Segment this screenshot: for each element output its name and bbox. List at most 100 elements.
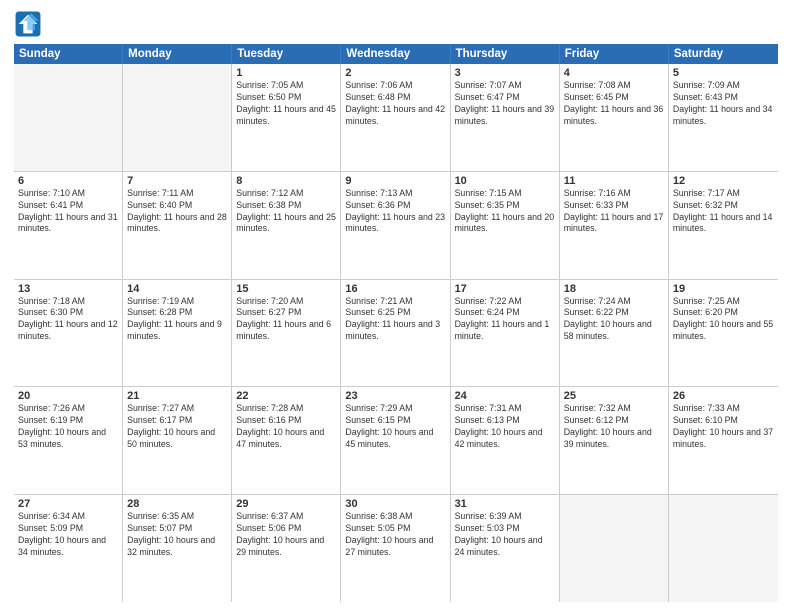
calendar-cell: 31Sunrise: 6:39 AM Sunset: 5:03 PM Dayli… bbox=[451, 495, 560, 602]
day-number: 19 bbox=[673, 283, 774, 295]
calendar-body: 1Sunrise: 7:05 AM Sunset: 6:50 PM Daylig… bbox=[14, 64, 778, 602]
calendar-row: 6Sunrise: 7:10 AM Sunset: 6:41 PM Daylig… bbox=[14, 172, 778, 280]
weekday-header: Wednesday bbox=[341, 44, 450, 64]
calendar-cell: 11Sunrise: 7:16 AM Sunset: 6:33 PM Dayli… bbox=[560, 172, 669, 279]
calendar-cell: 4Sunrise: 7:08 AM Sunset: 6:45 PM Daylig… bbox=[560, 64, 669, 171]
weekday-header: Friday bbox=[560, 44, 669, 64]
calendar-cell: 10Sunrise: 7:15 AM Sunset: 6:35 PM Dayli… bbox=[451, 172, 560, 279]
header bbox=[14, 10, 778, 38]
weekday-header: Sunday bbox=[14, 44, 123, 64]
calendar-cell: 18Sunrise: 7:24 AM Sunset: 6:22 PM Dayli… bbox=[560, 280, 669, 387]
day-number: 26 bbox=[673, 390, 774, 402]
weekday-header: Thursday bbox=[451, 44, 560, 64]
cell-info: Sunrise: 7:05 AM Sunset: 6:50 PM Dayligh… bbox=[236, 80, 336, 128]
cell-info: Sunrise: 7:31 AM Sunset: 6:13 PM Dayligh… bbox=[455, 403, 555, 451]
day-number: 30 bbox=[345, 498, 445, 510]
cell-info: Sunrise: 7:07 AM Sunset: 6:47 PM Dayligh… bbox=[455, 80, 555, 128]
cell-info: Sunrise: 7:29 AM Sunset: 6:15 PM Dayligh… bbox=[345, 403, 445, 451]
calendar-cell bbox=[123, 64, 232, 171]
weekday-header: Saturday bbox=[669, 44, 778, 64]
cell-info: Sunrise: 6:35 AM Sunset: 5:07 PM Dayligh… bbox=[127, 511, 227, 559]
day-number: 1 bbox=[236, 67, 336, 79]
day-number: 14 bbox=[127, 283, 227, 295]
day-number: 28 bbox=[127, 498, 227, 510]
calendar-cell: 25Sunrise: 7:32 AM Sunset: 6:12 PM Dayli… bbox=[560, 387, 669, 494]
day-number: 22 bbox=[236, 390, 336, 402]
calendar-cell: 27Sunrise: 6:34 AM Sunset: 5:09 PM Dayli… bbox=[14, 495, 123, 602]
cell-info: Sunrise: 7:09 AM Sunset: 6:43 PM Dayligh… bbox=[673, 80, 774, 128]
calendar-cell: 13Sunrise: 7:18 AM Sunset: 6:30 PM Dayli… bbox=[14, 280, 123, 387]
day-number: 10 bbox=[455, 175, 555, 187]
calendar-cell: 30Sunrise: 6:38 AM Sunset: 5:05 PM Dayli… bbox=[341, 495, 450, 602]
cell-info: Sunrise: 7:24 AM Sunset: 6:22 PM Dayligh… bbox=[564, 296, 664, 344]
day-number: 25 bbox=[564, 390, 664, 402]
cell-info: Sunrise: 7:06 AM Sunset: 6:48 PM Dayligh… bbox=[345, 80, 445, 128]
cell-info: Sunrise: 6:39 AM Sunset: 5:03 PM Dayligh… bbox=[455, 511, 555, 559]
day-number: 16 bbox=[345, 283, 445, 295]
cell-info: Sunrise: 6:38 AM Sunset: 5:05 PM Dayligh… bbox=[345, 511, 445, 559]
page: SundayMondayTuesdayWednesdayThursdayFrid… bbox=[0, 0, 792, 612]
day-number: 24 bbox=[455, 390, 555, 402]
calendar-row: 20Sunrise: 7:26 AM Sunset: 6:19 PM Dayli… bbox=[14, 387, 778, 495]
weekday-header: Tuesday bbox=[232, 44, 341, 64]
calendar-cell: 5Sunrise: 7:09 AM Sunset: 6:43 PM Daylig… bbox=[669, 64, 778, 171]
cell-info: Sunrise: 7:12 AM Sunset: 6:38 PM Dayligh… bbox=[236, 188, 336, 236]
day-number: 3 bbox=[455, 67, 555, 79]
calendar-cell: 12Sunrise: 7:17 AM Sunset: 6:32 PM Dayli… bbox=[669, 172, 778, 279]
day-number: 13 bbox=[18, 283, 118, 295]
calendar-cell: 6Sunrise: 7:10 AM Sunset: 6:41 PM Daylig… bbox=[14, 172, 123, 279]
day-number: 29 bbox=[236, 498, 336, 510]
day-number: 6 bbox=[18, 175, 118, 187]
calendar-row: 1Sunrise: 7:05 AM Sunset: 6:50 PM Daylig… bbox=[14, 64, 778, 172]
cell-info: Sunrise: 7:10 AM Sunset: 6:41 PM Dayligh… bbox=[18, 188, 118, 236]
day-number: 8 bbox=[236, 175, 336, 187]
calendar-cell: 19Sunrise: 7:25 AM Sunset: 6:20 PM Dayli… bbox=[669, 280, 778, 387]
cell-info: Sunrise: 7:21 AM Sunset: 6:25 PM Dayligh… bbox=[345, 296, 445, 344]
day-number: 4 bbox=[564, 67, 664, 79]
cell-info: Sunrise: 7:11 AM Sunset: 6:40 PM Dayligh… bbox=[127, 188, 227, 236]
calendar-cell: 1Sunrise: 7:05 AM Sunset: 6:50 PM Daylig… bbox=[232, 64, 341, 171]
calendar-row: 27Sunrise: 6:34 AM Sunset: 5:09 PM Dayli… bbox=[14, 495, 778, 602]
cell-info: Sunrise: 7:20 AM Sunset: 6:27 PM Dayligh… bbox=[236, 296, 336, 344]
day-number: 18 bbox=[564, 283, 664, 295]
calendar-cell: 2Sunrise: 7:06 AM Sunset: 6:48 PM Daylig… bbox=[341, 64, 450, 171]
calendar-cell: 9Sunrise: 7:13 AM Sunset: 6:36 PM Daylig… bbox=[341, 172, 450, 279]
calendar-cell bbox=[14, 64, 123, 171]
calendar-cell: 8Sunrise: 7:12 AM Sunset: 6:38 PM Daylig… bbox=[232, 172, 341, 279]
cell-info: Sunrise: 7:15 AM Sunset: 6:35 PM Dayligh… bbox=[455, 188, 555, 236]
calendar-cell bbox=[669, 495, 778, 602]
calendar-cell: 7Sunrise: 7:11 AM Sunset: 6:40 PM Daylig… bbox=[123, 172, 232, 279]
calendar-cell: 24Sunrise: 7:31 AM Sunset: 6:13 PM Dayli… bbox=[451, 387, 560, 494]
calendar-header: SundayMondayTuesdayWednesdayThursdayFrid… bbox=[14, 44, 778, 64]
cell-info: Sunrise: 7:17 AM Sunset: 6:32 PM Dayligh… bbox=[673, 188, 774, 236]
calendar-row: 13Sunrise: 7:18 AM Sunset: 6:30 PM Dayli… bbox=[14, 280, 778, 388]
calendar-cell: 17Sunrise: 7:22 AM Sunset: 6:24 PM Dayli… bbox=[451, 280, 560, 387]
cell-info: Sunrise: 7:22 AM Sunset: 6:24 PM Dayligh… bbox=[455, 296, 555, 344]
cell-info: Sunrise: 7:16 AM Sunset: 6:33 PM Dayligh… bbox=[564, 188, 664, 236]
calendar-cell: 15Sunrise: 7:20 AM Sunset: 6:27 PM Dayli… bbox=[232, 280, 341, 387]
logo-icon bbox=[14, 10, 42, 38]
day-number: 5 bbox=[673, 67, 774, 79]
cell-info: Sunrise: 7:25 AM Sunset: 6:20 PM Dayligh… bbox=[673, 296, 774, 344]
day-number: 15 bbox=[236, 283, 336, 295]
calendar-cell: 14Sunrise: 7:19 AM Sunset: 6:28 PM Dayli… bbox=[123, 280, 232, 387]
calendar-cell: 23Sunrise: 7:29 AM Sunset: 6:15 PM Dayli… bbox=[341, 387, 450, 494]
calendar-cell: 3Sunrise: 7:07 AM Sunset: 6:47 PM Daylig… bbox=[451, 64, 560, 171]
calendar-cell: 21Sunrise: 7:27 AM Sunset: 6:17 PM Dayli… bbox=[123, 387, 232, 494]
cell-info: Sunrise: 7:33 AM Sunset: 6:10 PM Dayligh… bbox=[673, 403, 774, 451]
cell-info: Sunrise: 7:08 AM Sunset: 6:45 PM Dayligh… bbox=[564, 80, 664, 128]
cell-info: Sunrise: 7:28 AM Sunset: 6:16 PM Dayligh… bbox=[236, 403, 336, 451]
cell-info: Sunrise: 7:32 AM Sunset: 6:12 PM Dayligh… bbox=[564, 403, 664, 451]
cell-info: Sunrise: 6:34 AM Sunset: 5:09 PM Dayligh… bbox=[18, 511, 118, 559]
logo bbox=[14, 10, 46, 38]
cell-info: Sunrise: 7:13 AM Sunset: 6:36 PM Dayligh… bbox=[345, 188, 445, 236]
cell-info: Sunrise: 7:26 AM Sunset: 6:19 PM Dayligh… bbox=[18, 403, 118, 451]
day-number: 31 bbox=[455, 498, 555, 510]
cell-info: Sunrise: 7:18 AM Sunset: 6:30 PM Dayligh… bbox=[18, 296, 118, 344]
calendar-cell: 26Sunrise: 7:33 AM Sunset: 6:10 PM Dayli… bbox=[669, 387, 778, 494]
day-number: 11 bbox=[564, 175, 664, 187]
day-number: 17 bbox=[455, 283, 555, 295]
calendar-cell: 16Sunrise: 7:21 AM Sunset: 6:25 PM Dayli… bbox=[341, 280, 450, 387]
day-number: 27 bbox=[18, 498, 118, 510]
calendar-cell: 29Sunrise: 6:37 AM Sunset: 5:06 PM Dayli… bbox=[232, 495, 341, 602]
